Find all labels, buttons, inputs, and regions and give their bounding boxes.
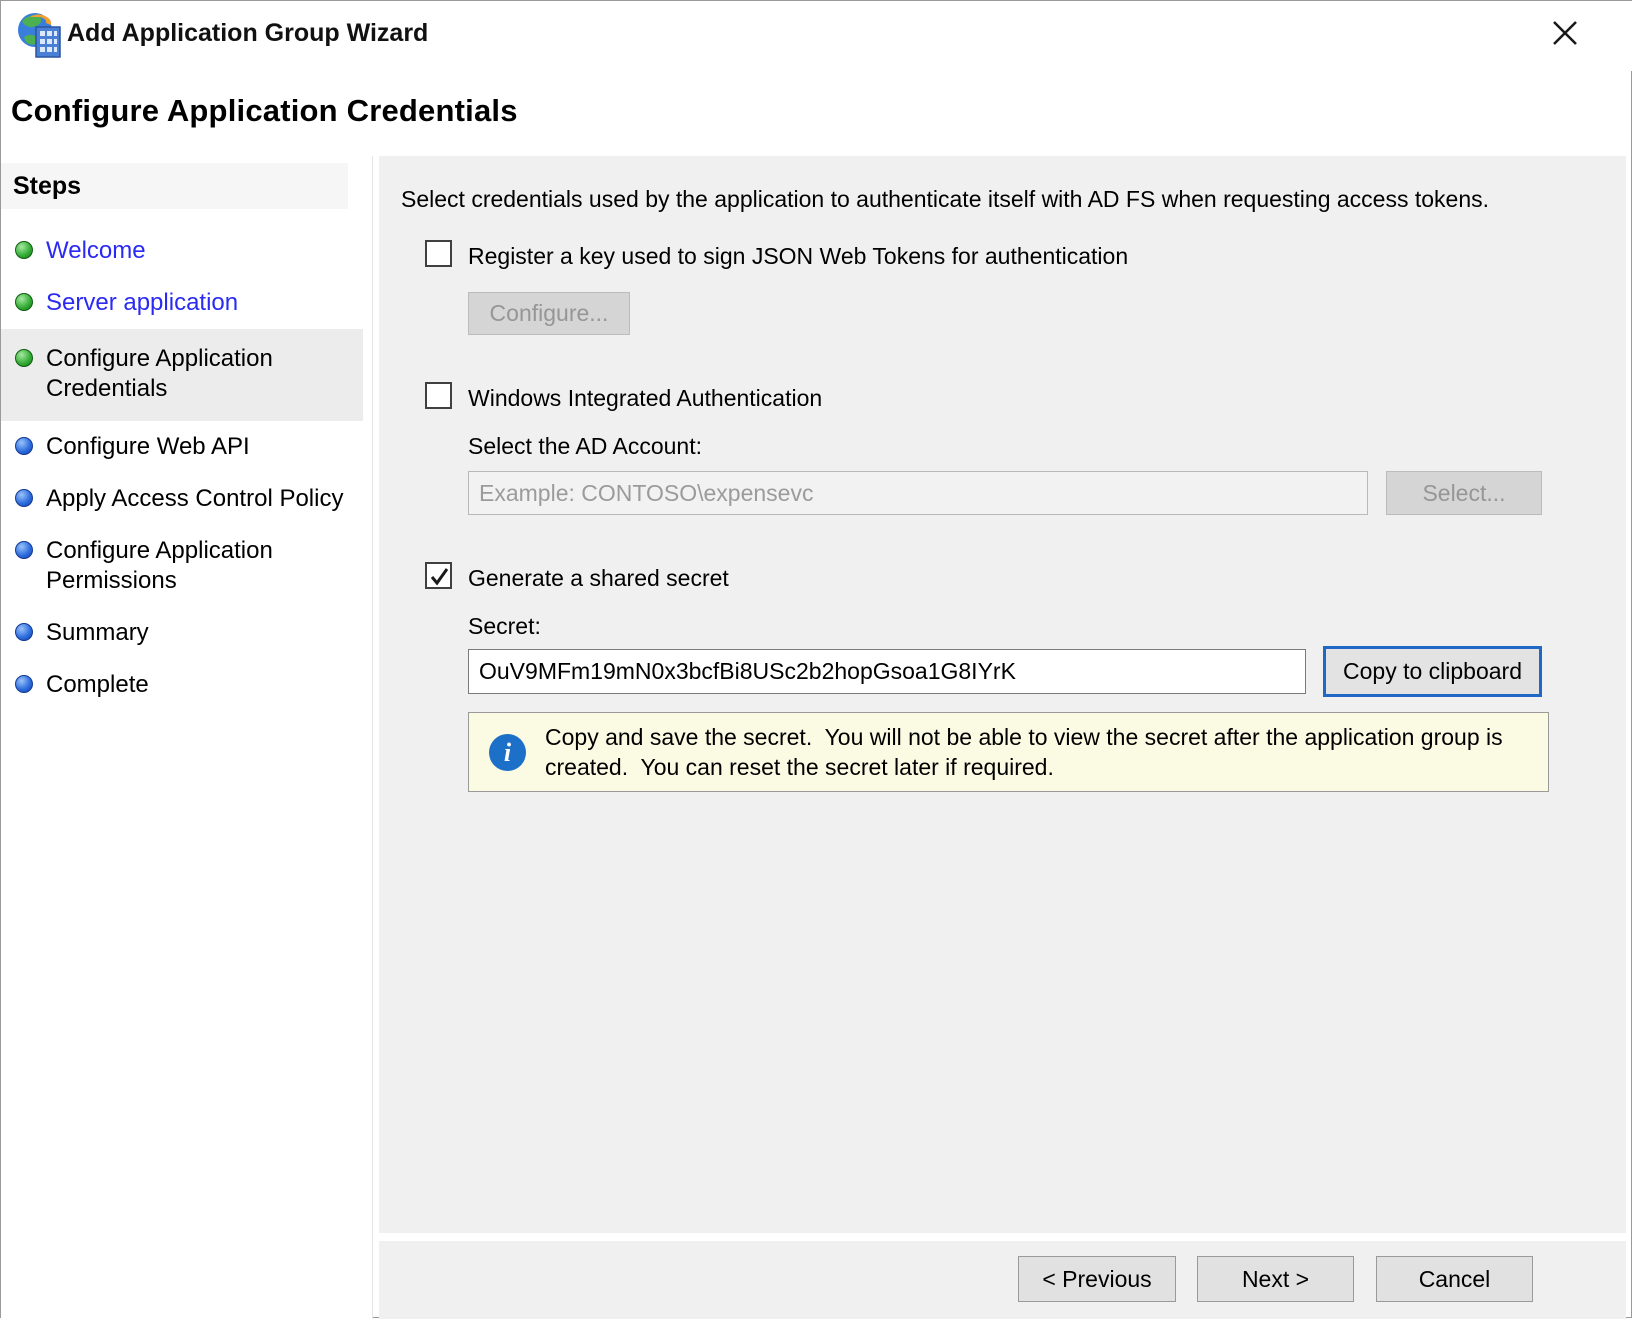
- steps-heading: Steps: [1, 163, 348, 209]
- sidebar-item-label[interactable]: Server application: [46, 288, 238, 318]
- secret-label: Secret:: [468, 613, 541, 639]
- secret-notice-box: i Copy and save the secret. You will not…: [468, 712, 1549, 792]
- title-bar: Add Application Group Wizard: [1, 1, 1632, 71]
- secret-input[interactable]: [468, 649, 1306, 694]
- select-button: Select...: [1386, 471, 1542, 515]
- sidebar-item-server-application[interactable]: Server application: [1, 277, 372, 329]
- step-todo-icon: [15, 623, 33, 641]
- content-panel: Select credentials used by the applicati…: [379, 156, 1626, 1233]
- window-title: Add Application Group Wizard: [67, 19, 429, 47]
- sidebar-item-welcome[interactable]: Welcome: [1, 225, 372, 277]
- page-title: Configure Application Credentials: [11, 93, 518, 128]
- step-todo-icon: [15, 437, 33, 455]
- step-done-icon: [15, 349, 33, 367]
- sidebar-item-summary: Summary: [1, 607, 372, 659]
- windows-integrated-auth-checkbox[interactable]: [425, 382, 452, 409]
- sidebar-item-label: Summary: [46, 619, 149, 646]
- sidebar-item-configure-application-credentials: Configure Application Credentials: [1, 329, 363, 421]
- sidebar-item-label: Configure Application Permissions: [46, 537, 273, 594]
- step-done-icon: [15, 241, 33, 259]
- sidebar-item-label: Configure Application Credentials: [46, 345, 273, 402]
- sidebar-item-configure-application-permissions: Configure Application Permissions: [1, 525, 372, 607]
- ad-account-input: [468, 471, 1368, 515]
- application-group-icon: [16, 11, 62, 59]
- cancel-button[interactable]: Cancel: [1376, 1256, 1533, 1302]
- windows-integrated-auth-label: Windows Integrated Authentication: [468, 385, 823, 411]
- sidebar-item-label: Apply Access Control Policy: [46, 485, 344, 512]
- footer-button-bar: < Previous Next > Cancel: [379, 1241, 1626, 1319]
- ad-account-label: Select the AD Account:: [468, 433, 702, 459]
- generate-shared-secret-checkbox[interactable]: [425, 562, 452, 589]
- step-todo-icon: [15, 675, 33, 693]
- steps-sidebar: Steps Welcome Server application Configu…: [1, 156, 373, 1319]
- sidebar-item-complete: Complete: [1, 659, 372, 711]
- sidebar-item-configure-web-api: Configure Web API: [1, 421, 372, 473]
- close-icon[interactable]: [1545, 13, 1585, 53]
- intro-text: Select credentials used by the applicati…: [401, 186, 1490, 212]
- steps-list: Welcome Server application Configure App…: [1, 225, 372, 711]
- step-done-icon: [15, 293, 33, 311]
- next-button[interactable]: Next >: [1197, 1256, 1354, 1302]
- info-icon: i: [489, 734, 526, 771]
- step-todo-icon: [15, 489, 33, 507]
- sidebar-item-apply-access-control-policy: Apply Access Control Policy: [1, 473, 372, 525]
- configure-button: Configure...: [468, 292, 630, 335]
- secret-notice-text: Copy and save the secret. You will not b…: [545, 724, 1510, 780]
- sidebar-item-label: Complete: [46, 671, 149, 698]
- generate-shared-secret-label: Generate a shared secret: [468, 565, 729, 591]
- copy-to-clipboard-button[interactable]: Copy to clipboard: [1323, 646, 1542, 697]
- sidebar-item-label: Configure Web API: [46, 433, 250, 460]
- step-todo-icon: [15, 541, 33, 559]
- register-key-label: Register a key used to sign JSON Web Tok…: [468, 243, 1129, 269]
- register-key-checkbox[interactable]: [425, 240, 452, 267]
- previous-button[interactable]: < Previous: [1018, 1256, 1176, 1302]
- checkmark-icon: [430, 568, 449, 586]
- sidebar-item-label[interactable]: Welcome: [46, 236, 146, 266]
